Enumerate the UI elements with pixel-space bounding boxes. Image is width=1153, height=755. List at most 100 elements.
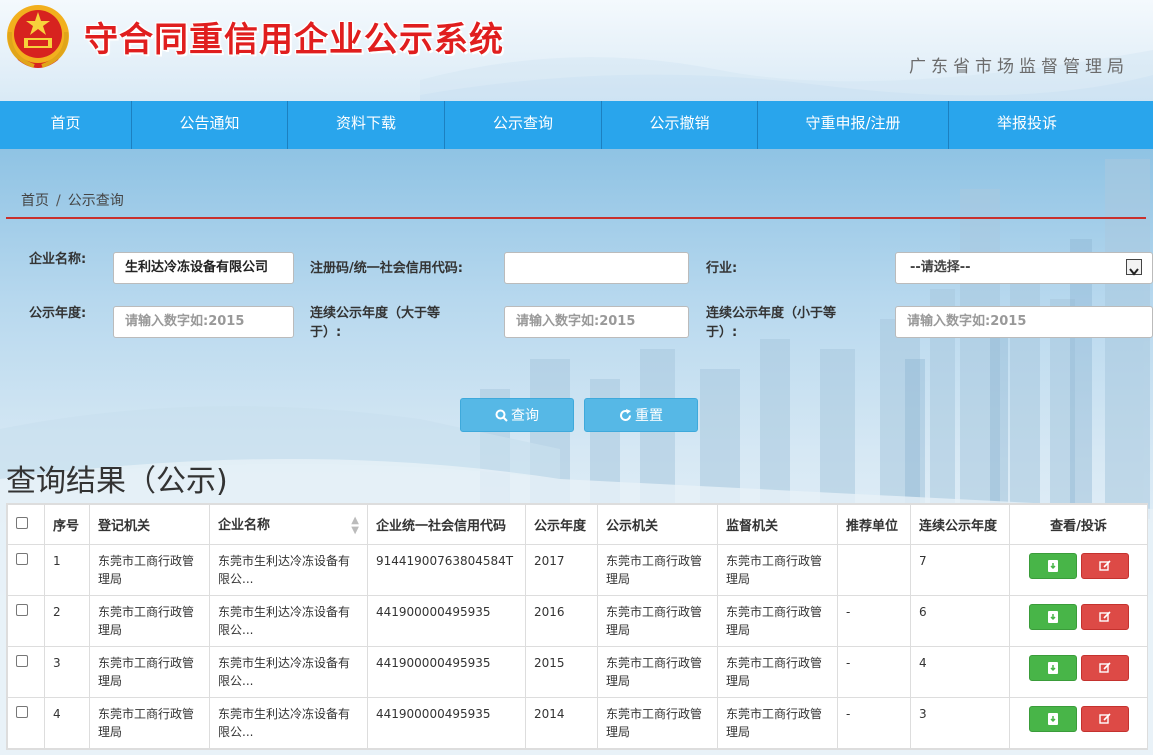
cell-recommend (837, 544, 911, 596)
cont-year-lt-input[interactable]: 请输入数字如:2015 (895, 306, 1153, 338)
row-select-cell (7, 697, 45, 749)
cell-pub-org: 东莞市工商行政管理局 (597, 646, 718, 698)
download-icon (1047, 560, 1058, 572)
site-header: 守合同重信用企业公示系统 广东省市场监督管理局 (0, 0, 1153, 101)
cell-code: 441900000495935 (367, 595, 526, 647)
cont-year-lt-label: 连续公示年度（小于等于）: (706, 306, 837, 340)
edit-icon (1098, 611, 1111, 622)
nav-item-revoke[interactable]: 公示撤销 (602, 101, 758, 149)
view-button[interactable] (1028, 553, 1077, 579)
divider-line (6, 217, 1146, 219)
cell-sup-org: 东莞市工商行政管理局 (717, 646, 838, 698)
cell-year: 2017 (525, 544, 598, 596)
col-header-pub-org: 公示机关 (597, 504, 718, 545)
table-row: 3 东莞市工商行政管理局 东莞市生利达冷冻设备有限公... 4419000004… (7, 646, 1148, 698)
cell-pub-org: 东莞市工商行政管理局 (597, 697, 718, 749)
cell-company: 东莞市生利达冷冻设备有限公... (209, 697, 368, 749)
cell-reg-org: 东莞市工商行政管理局 (89, 646, 210, 698)
cell-sup-org: 东莞市工商行政管理局 (717, 697, 838, 749)
nav-item-report[interactable]: 举报投诉 (949, 101, 1105, 149)
row-select-cell (7, 646, 45, 698)
table-row: 4 东莞市工商行政管理局 东莞市生利达冷冻设备有限公... 4419000004… (7, 697, 1148, 749)
col-header-sup-org: 监督机关 (717, 504, 838, 545)
cont-year-gt-input[interactable]: 请输入数字如:2015 (504, 306, 689, 338)
cell-no: 2 (44, 595, 90, 647)
breadcrumb-separator: / (56, 193, 61, 209)
sort-icon[interactable]: ▲ ▼ (351, 515, 359, 536)
industry-select-value: --请选择-- (910, 260, 971, 275)
cell-cont-years: 7 (910, 544, 1010, 596)
edit-icon (1098, 560, 1111, 571)
cell-no: 3 (44, 646, 90, 698)
cell-sup-org: 东莞市工商行政管理局 (717, 595, 838, 647)
cell-code: 441900000495935 (367, 697, 526, 749)
search-button-label: 查询 (511, 408, 539, 424)
view-button[interactable] (1028, 706, 1077, 732)
cell-company: 东莞市生利达冷冻设备有限公... (209, 544, 368, 596)
national-emblem-icon (7, 5, 69, 68)
results-table: 序号 登记机关 企业名称 ▲ ▼ 企业统一社会信用代码 公示年度 公示机关 监督机关… (6, 503, 1148, 750)
edit-icon (1098, 662, 1111, 673)
row-select-cell (7, 595, 45, 647)
cell-pub-org: 东莞市工商行政管理局 (597, 544, 718, 596)
main-nav: 首页 公告通知 资料下载 公示查询 公示撤销 守重申报/注册 举报投诉 (0, 101, 1153, 149)
complain-button[interactable] (1080, 706, 1129, 732)
complain-button[interactable] (1080, 655, 1129, 681)
cell-company: 东莞市生利达冷冻设备有限公... (209, 595, 368, 647)
nav-item-downloads[interactable]: 资料下载 (288, 101, 445, 149)
complain-button[interactable] (1080, 553, 1129, 579)
industry-select[interactable]: --请选择-- (895, 252, 1153, 284)
cell-no: 1 (44, 544, 90, 596)
cell-code: 441900000495935 (367, 646, 526, 698)
row-select-cell (7, 544, 45, 596)
company-name-input[interactable]: 生利达冷冻设备有限公司 (113, 252, 294, 284)
results-title: 查询结果（公示) (6, 464, 228, 499)
cell-year: 2014 (525, 697, 598, 749)
cell-actions (1009, 646, 1148, 698)
breadcrumb-home[interactable]: 首页 (21, 193, 49, 209)
col-header-reg-org: 登记机关 (89, 504, 210, 545)
select-all-checkbox[interactable] (16, 516, 28, 529)
select-all-cell (7, 504, 45, 545)
industry-label: 行业: (706, 261, 738, 276)
nav-item-apply-register[interactable]: 守重申报/注册 (758, 101, 949, 149)
row-checkbox[interactable] (16, 553, 28, 565)
cell-reg-org: 东莞市工商行政管理局 (89, 595, 210, 647)
col-header-actions: 查看/投诉 (1009, 504, 1148, 545)
view-button[interactable] (1028, 604, 1077, 630)
cell-year: 2015 (525, 646, 598, 698)
company-name-label: 企业名称: (29, 252, 87, 267)
year-input[interactable]: 请输入数字如:2015 (113, 306, 294, 338)
nav-item-public-query[interactable]: 公示查询 (445, 101, 602, 149)
cell-recommend: - (837, 595, 911, 647)
col-header-company[interactable]: 企业名称 ▲ ▼ (209, 504, 368, 545)
reg-code-label: 注册码/统一社会信用代码: (310, 261, 463, 276)
chevron-down-icon (1126, 259, 1142, 276)
nav-item-home[interactable]: 首页 (0, 101, 132, 149)
cell-actions (1009, 595, 1148, 647)
download-icon (1047, 713, 1058, 725)
cell-recommend: - (837, 646, 911, 698)
cont-year-gt-label: 连续公示年度（大于等于）: (310, 306, 441, 340)
year-label: 公示年度: (29, 306, 87, 321)
header-decoration (420, 50, 1153, 101)
bureau-name: 广东省市场监督管理局 (909, 57, 1129, 77)
reg-code-input[interactable] (504, 252, 689, 284)
complain-button[interactable] (1080, 604, 1129, 630)
view-button[interactable] (1028, 655, 1077, 681)
col-header-cont-years: 连续公示年度 (910, 504, 1010, 545)
col-header-no: 序号 (44, 504, 90, 545)
row-checkbox[interactable] (16, 655, 28, 667)
cell-company: 东莞市生利达冷冻设备有限公... (209, 646, 368, 698)
row-checkbox[interactable] (16, 604, 28, 616)
reset-button[interactable]: 重置 (584, 398, 698, 432)
row-checkbox[interactable] (16, 706, 28, 718)
cell-year: 2016 (525, 595, 598, 647)
breadcrumb-current: 公示查询 (67, 193, 124, 209)
search-button[interactable]: 查询 (460, 398, 574, 432)
cell-reg-org: 东莞市工商行政管理局 (89, 697, 210, 749)
reset-button-label: 重置 (635, 408, 663, 424)
breadcrumb: 首页 / 公示查询 (21, 190, 124, 210)
nav-item-notices[interactable]: 公告通知 (132, 101, 288, 149)
system-title: 守合同重信用企业公示系统 (84, 20, 504, 60)
